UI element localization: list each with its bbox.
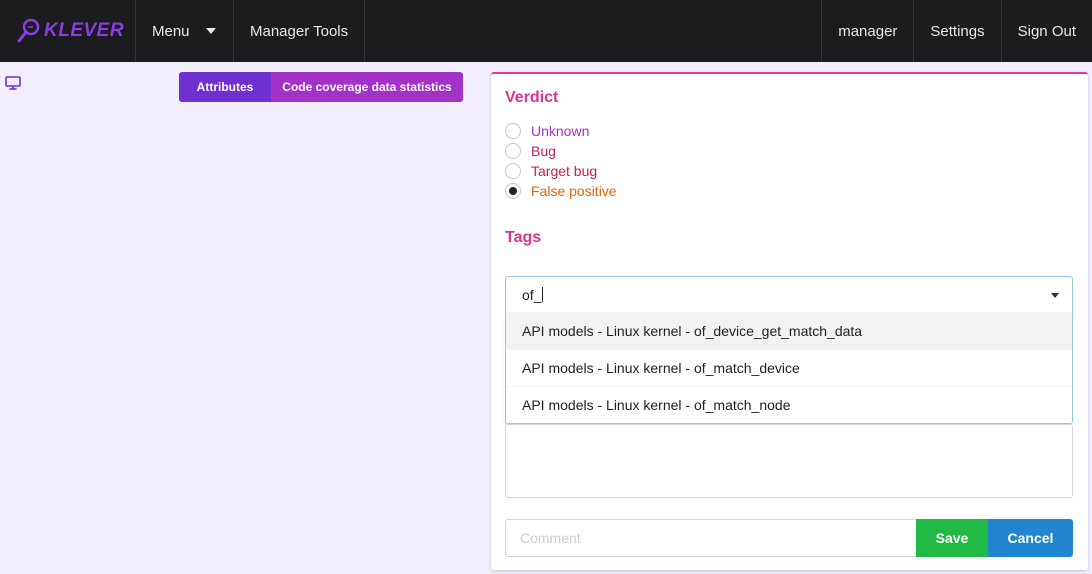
verdict-option-target-bug[interactable]: Target bug (505, 163, 597, 179)
top-nav: KLEVER Menu Manager Tools manager Settin… (0, 0, 1092, 62)
menu-dropdown[interactable]: Menu (136, 0, 234, 62)
view-tabs: Attributes Code coverage data statistics (179, 72, 463, 102)
cancel-button[interactable]: Cancel (988, 519, 1073, 557)
save-button[interactable]: Save (916, 519, 988, 557)
user-link[interactable]: manager (821, 0, 913, 62)
manager-tools-link[interactable]: Manager Tools (234, 0, 366, 62)
verdict-label-bug: Bug (531, 143, 556, 159)
verdict-label-unknown: Unknown (531, 123, 590, 139)
settings-label: Settings (930, 22, 985, 40)
radio-false-positive[interactable] (505, 183, 521, 199)
user-label: manager (838, 22, 898, 40)
settings-link[interactable]: Settings (913, 0, 1000, 62)
menu-label: Menu (152, 22, 190, 40)
verdict-option-bug[interactable]: Bug (505, 143, 556, 159)
radio-target-bug[interactable] (505, 163, 521, 179)
magnifier-logo-icon (17, 18, 40, 43)
tags-description-area[interactable] (505, 424, 1073, 498)
signout-label: Sign Out (1017, 22, 1076, 40)
tags-title: Tags (505, 229, 542, 246)
verdict-title: Verdict (505, 89, 559, 106)
chevron-down-icon[interactable] (1051, 293, 1059, 298)
tags-search-text: of_ (522, 286, 542, 303)
radio-bug[interactable] (505, 143, 521, 159)
verdict-label-false-positive: False positive (531, 183, 617, 199)
signout-link[interactable]: Sign Out (1000, 0, 1092, 62)
tab-attributes[interactable]: Attributes (179, 72, 271, 102)
tag-suggestion[interactable]: API models - Linux kernel - of_match_nod… (506, 386, 1072, 423)
verdict-option-unknown[interactable]: Unknown (505, 123, 589, 139)
tab-code-coverage[interactable]: Code coverage data statistics (271, 72, 463, 102)
monitor-icon[interactable] (5, 76, 21, 90)
comment-input[interactable] (505, 519, 917, 557)
tags-suggestion-menu: API models - Linux kernel - of_device_ge… (505, 312, 1073, 424)
klever-logo[interactable]: KLEVER (0, 0, 136, 62)
tag-suggestion[interactable]: API models - Linux kernel - of_device_ge… (506, 312, 1072, 349)
text-cursor (542, 287, 544, 302)
verdict-label-target-bug: Target bug (531, 163, 598, 179)
verdict-option-false-positive[interactable]: False positive (505, 183, 617, 199)
logo-text: KLEVER (44, 20, 125, 41)
nav-right: manager Settings Sign Out (821, 0, 1092, 62)
manager-tools-label: Manager Tools (250, 22, 349, 40)
chevron-down-icon (205, 28, 216, 34)
tags-search-dropdown[interactable]: of_ (505, 276, 1073, 313)
radio-unknown[interactable] (505, 123, 521, 139)
tag-suggestion[interactable]: API models - Linux kernel - of_match_dev… (506, 349, 1072, 386)
assessment-panel: Verdict Unknown Bug Target bug False pos… (491, 72, 1088, 570)
